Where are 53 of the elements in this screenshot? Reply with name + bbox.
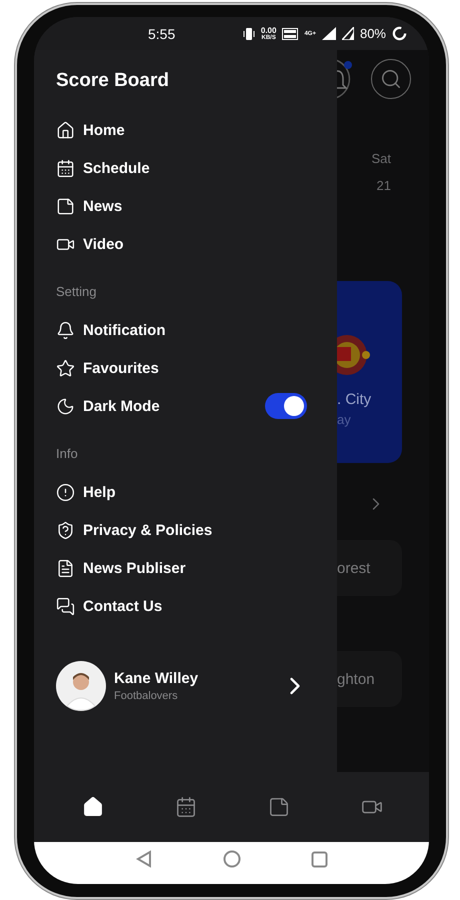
volte-icon	[282, 28, 298, 40]
search-button[interactable]	[371, 59, 411, 99]
bell-icon	[56, 320, 75, 340]
menu-item[interactable]: Contact Us	[83, 598, 162, 614]
signal-icon	[322, 27, 336, 40]
date-label: 21	[376, 178, 391, 193]
team-name: ghton	[337, 670, 375, 688]
avatar	[56, 661, 106, 711]
note-icon	[268, 796, 290, 818]
menu-item[interactable]: Schedule	[83, 160, 150, 176]
house-icon	[56, 120, 75, 140]
fixture-card[interactable]: orest	[337, 540, 402, 596]
back-button[interactable]	[135, 850, 153, 868]
shield-icon	[56, 520, 75, 540]
chat-bubbles-icon	[56, 596, 75, 616]
signal-icon	[342, 27, 354, 40]
section-heading: Setting	[56, 283, 98, 301]
menu-item[interactable]: Favourites	[83, 360, 159, 376]
home-button[interactable]	[223, 850, 241, 868]
crest-icon	[337, 333, 371, 377]
fixture-card[interactable]: ghton	[337, 651, 402, 707]
menu-item[interactable]: Notification	[83, 322, 166, 338]
weekday-label: Sat	[371, 151, 391, 166]
document-icon	[56, 558, 75, 578]
menu-item[interactable]: News	[83, 198, 122, 214]
team-name: orest	[337, 560, 370, 576]
recents-button[interactable]	[311, 850, 328, 868]
menu-label: Dark Mode	[83, 398, 160, 414]
team-name: . City	[337, 391, 372, 408]
menu-item[interactable]: Privacy & Policies	[83, 522, 212, 538]
alert-icon	[56, 482, 75, 502]
vibrate-icon	[242, 26, 255, 40]
calendar-icon	[174, 796, 197, 818]
profile-subtitle: Footbalovers	[114, 690, 179, 702]
search-icon	[380, 68, 402, 90]
calendar-icon	[56, 158, 75, 178]
battery-ring-icon	[392, 26, 407, 41]
battery-percent: 80%	[360, 26, 386, 41]
star-icon	[56, 358, 75, 378]
note-icon	[56, 196, 75, 216]
moon-icon	[56, 396, 75, 416]
status-time: 5:55	[148, 26, 176, 42]
profile-name: Kane Willey	[114, 670, 198, 687]
menu-item[interactable]: Video	[83, 236, 124, 252]
drawer-title: Score Board	[56, 69, 170, 93]
match-venue: ay	[337, 412, 352, 427]
menu-item[interactable]: Home	[83, 122, 125, 138]
menu-item[interactable]: News Publiser	[83, 560, 186, 576]
house-icon	[82, 796, 104, 818]
match-card[interactable]: . City ay	[337, 281, 402, 463]
toggle-switch[interactable]	[265, 393, 307, 419]
menu-item[interactable]: Help	[83, 484, 116, 500]
section-heading: Info	[56, 445, 79, 463]
